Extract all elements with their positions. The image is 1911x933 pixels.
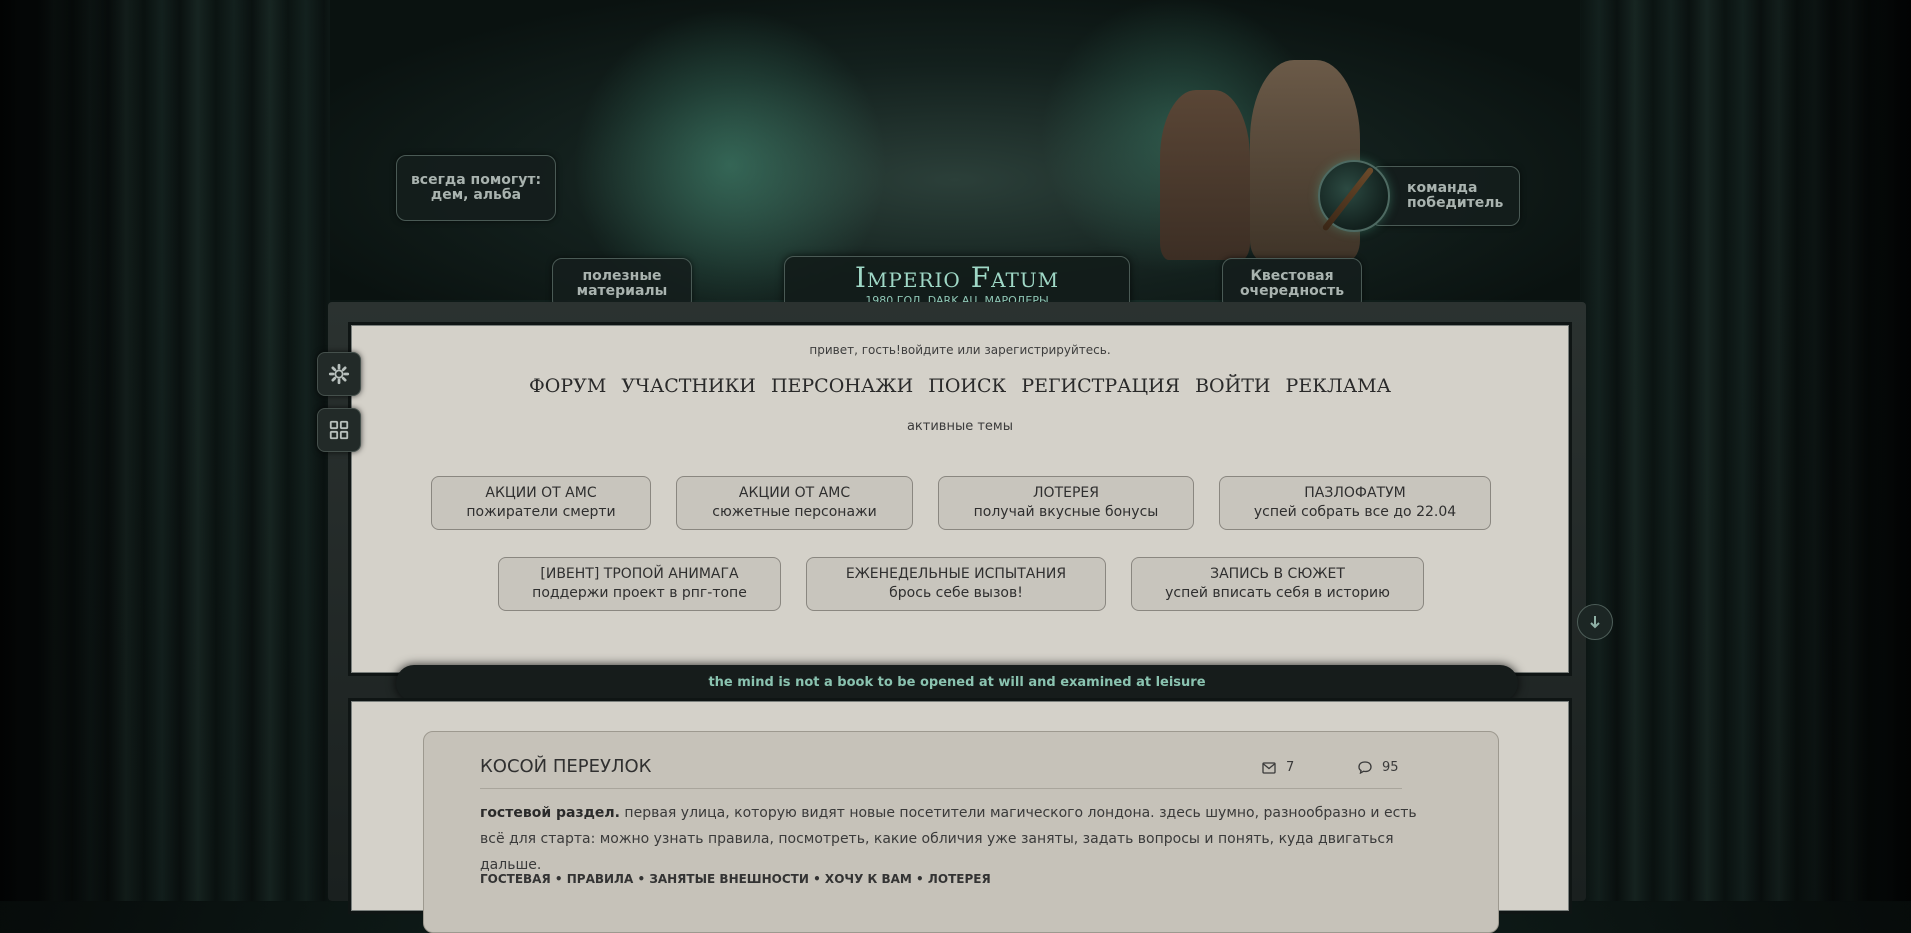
login-link[interactable]: войдите [901, 343, 954, 357]
posts-count: 95 [1382, 760, 1399, 775]
topic-subtitle: брось себе вызов! [889, 585, 1023, 601]
topic-subtitle: сюжетные персонажи [712, 504, 877, 520]
grid-icon [329, 420, 349, 440]
help-contacts-box[interactable]: всегда помогут: дем, альба [396, 155, 556, 221]
nav-search[interactable]: ПОИСК [928, 375, 1006, 397]
greeting-text: привет, гость! [809, 343, 901, 357]
topic-pill[interactable]: [ИВЕНТ] ТРОПОЙ АНИМАГА поддержи проект в… [498, 557, 781, 611]
greeting-or: или [953, 343, 985, 357]
forum-desc-bold: гостевой раздел. [480, 805, 620, 821]
help-line2: дем, альба [430, 187, 522, 203]
posts-stat: 95 [1358, 760, 1399, 775]
greeting-end: . [1106, 343, 1111, 357]
main-panel: привет, гость!войдите или зарегистрируйт… [348, 322, 1572, 676]
topic-pill[interactable]: ЛОТЕРЕЯ получай вкусные бонусы [938, 476, 1194, 530]
envelope-icon [1262, 761, 1276, 774]
topics-stat: 7 [1262, 760, 1294, 775]
nav-members[interactable]: УЧАСТНИКИ [621, 375, 755, 397]
topics-count: 7 [1286, 760, 1295, 775]
gear-icon [328, 363, 350, 385]
topic-pill[interactable]: АКЦИИ ОТ АМС пожиратели смерти [431, 476, 651, 530]
topic-title: АКЦИИ ОТ АМС [738, 485, 851, 501]
right-shade [1751, 0, 1911, 901]
header-artwork [330, 0, 1580, 300]
left-shade [0, 0, 160, 901]
active-topics-label: активные темы [906, 419, 1014, 434]
topic-title: ЗАПИСЬ В СЮЖЕТ [1210, 566, 1345, 582]
topic-title: ПАЗЛОФАТУМ [1304, 485, 1406, 501]
forum-sublinks[interactable]: ГОСТЕВАЯ • ПРАВИЛА • ЗАНЯТЫЕ ВНЕШНОСТИ •… [480, 872, 991, 886]
nav-registration[interactable]: РЕГИСТРАЦИЯ [1021, 375, 1180, 397]
register-link[interactable]: зарегистрируйтесь [984, 343, 1106, 357]
greeting: привет, гость!войдите или зарегистрируйт… [351, 343, 1569, 357]
quest-line1: Квестовая [1250, 268, 1334, 284]
main-nav: ФОРУМ УЧАСТНИКИ ПЕРСОНАЖИ ПОИСК РЕГИСТРА… [351, 375, 1569, 397]
divider [480, 788, 1402, 789]
forum-desc-text: первая улица, которую видят новые посети… [480, 805, 1417, 873]
settings-button[interactable] [317, 352, 361, 396]
team-line2: победитель [1407, 195, 1504, 211]
topic-subtitle: пожиратели смерти [466, 504, 616, 520]
nav-login[interactable]: ВОЙТИ [1195, 375, 1270, 397]
topic-title: АКЦИИ ОТ АМС [485, 485, 597, 501]
topic-pill[interactable]: ЕЖЕНЕДЕЛЬНЫЕ ИСПЫТАНИЯ брось себе вызов! [806, 557, 1106, 611]
team-line1: команда [1407, 180, 1478, 196]
nav-advertising[interactable]: РЕКЛАМА [1286, 375, 1391, 397]
logo-title: Imperio Fatum [854, 261, 1060, 294]
arrow-down-icon [1590, 616, 1600, 629]
forum-card[interactable]: КОСОЙ ПЕРЕУЛОК 7 95 гостевой раздел. пер… [423, 731, 1499, 933]
useful-line1: полезные [582, 268, 662, 284]
nav-characters[interactable]: ПЕРСОНАЖИ [771, 375, 913, 397]
topic-subtitle: получай вкусные бонусы [973, 504, 1159, 520]
layout-button[interactable] [317, 408, 361, 452]
topic-title: ЕЖЕНЕДЕЛЬНЫЕ ИСПЫТАНИЯ [845, 566, 1067, 582]
topic-title: ЛОТЕРЕЯ [1033, 485, 1099, 501]
topic-pill[interactable]: ПАЗЛОФАТУМ успей собрать все до 22.04 [1219, 476, 1491, 530]
winning-team-box[interactable]: команда победитель [1370, 166, 1520, 226]
forum-description: гостевой раздел. первая улица, которую в… [480, 800, 1428, 878]
chat-bubble-icon [1358, 761, 1372, 774]
scroll-down-button[interactable] [1577, 604, 1613, 640]
nav-forum[interactable]: ФОРУМ [529, 375, 606, 397]
topic-pill[interactable]: АКЦИИ ОТ АМС сюжетные персонажи [676, 476, 913, 530]
help-line1: всегда помогут: [410, 172, 542, 188]
topic-subtitle: поддержи проект в рпг-топе [532, 585, 747, 601]
figure-woman [1160, 90, 1250, 260]
quote-banner: the mind is not a book to be opened at w… [396, 665, 1518, 701]
topic-pill[interactable]: ЗАПИСЬ В СЮЖЕТ успей вписать себя в исто… [1131, 557, 1424, 611]
forum-title[interactable]: КОСОЙ ПЕРЕУЛОК [480, 756, 651, 777]
topic-subtitle: успей собрать все до 22.04 [1253, 504, 1457, 520]
useful-line2: материалы [576, 283, 668, 299]
topic-subtitle: успей вписать себя в историю [1165, 585, 1390, 601]
topic-title: [ИВЕНТ] ТРОПОЙ АНИМАГА [540, 566, 739, 582]
forum-panel: КОСОЙ ПЕРЕУЛОК 7 95 гостевой раздел. пер… [348, 698, 1572, 933]
quest-line2: очередность [1239, 283, 1345, 299]
